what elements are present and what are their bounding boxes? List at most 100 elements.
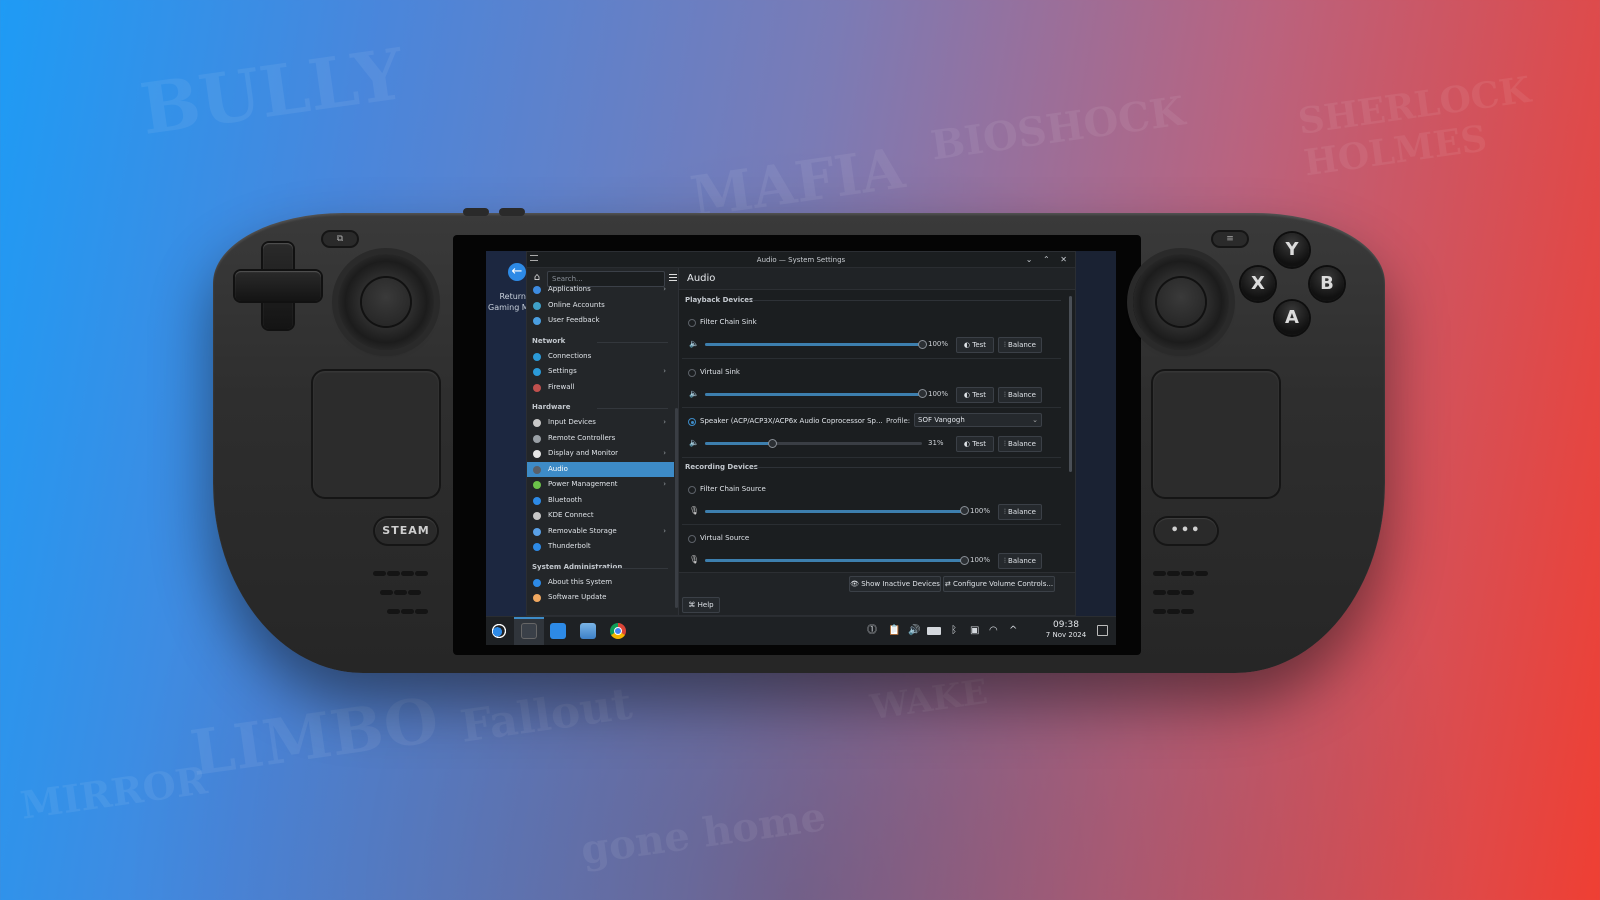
right-trackpad[interactable] [1153,371,1279,497]
sidebar-item-firewall[interactable]: Firewall [527,380,674,396]
battery-icon[interactable] [927,627,941,635]
help-button[interactable]: ⌘ Help [682,597,720,613]
volume-icon[interactable]: 🔊 [908,625,920,637]
test-button[interactable]: ◐ Test [956,436,994,452]
test-button[interactable]: ◐ Test [956,386,994,403]
steam-button[interactable]: STEAM [375,518,437,544]
sidebar-item-software-update[interactable]: Software Update [527,590,674,606]
default-device-radio[interactable] [688,319,696,327]
close-button[interactable]: ✕ [1060,255,1071,264]
discover-icon[interactable] [550,623,566,639]
clock[interactable]: 09:38 7 Nov 2024 [1041,620,1091,640]
volume-slider-handle[interactable] [960,506,969,515]
maximize-button[interactable]: ⌃ [1043,255,1054,264]
chevron-right-icon: › [663,418,666,426]
chevron-right-icon: › [663,285,666,293]
default-device-radio[interactable] [688,485,696,494]
volume-slider[interactable] [705,555,969,565]
right-thumbstick[interactable] [1133,254,1229,350]
chevron-right-icon: › [663,526,666,535]
sidebar-item-connections[interactable]: Connections [527,349,674,365]
sidebar-item-thunderbolt[interactable]: Thunderbolt [527,539,674,555]
microphone-icon[interactable]: 🎙 [689,555,699,564]
speaker-volume-icon[interactable]: 🔈 [689,339,699,348]
volume-percent: 100% [970,556,991,564]
hamburger-menu-icon[interactable] [669,274,677,281]
return-to-gaming-mode-icon[interactable]: ← [508,263,526,281]
sidebar-item-settings[interactable]: Settings › [527,364,674,380]
show-desktop-button[interactable] [1097,625,1108,636]
chevron-right-icon: › [663,449,666,457]
sidebar-item-display-and-monitor[interactable]: Display and Monitor › [527,446,674,462]
volume-slider[interactable] [705,339,927,349]
sidebar-item-label: Thunderbolt [548,542,591,550]
balance-button[interactable]: ⫶ Balance [998,337,1042,353]
speaker-test-icon: ◐ [963,341,973,349]
sidebar-item-kde-connect[interactable]: KDE Connect [527,508,674,524]
balance-button[interactable]: ⫶ Balance [998,503,1042,520]
wifi-icon[interactable]: ◠ [989,625,998,637]
quick-access-button[interactable]: ••• [1155,518,1217,544]
sidebar-item-applications[interactable]: Applications › [527,282,674,298]
sidebar-category: System Administration [527,555,674,575]
return-to-gaming-mode-label[interactable]: Return Gaming Mode [488,291,526,313]
monitor-icon [533,450,541,458]
volume-slider-handle[interactable] [960,555,969,565]
sidebar-item-remote-controllers[interactable]: Remote Controllers [527,431,674,447]
bluetooth-icon[interactable]: ᛒ [951,625,957,637]
profile-select[interactable]: SOF Vangogh ⌄ [914,413,1042,427]
sidebar-item-input-devices[interactable]: Input Devices › [527,415,674,431]
playback-device-row: Speaker (ACP/ACP3X/ACP6x Audio Coprocess… [682,408,1061,458]
sidebar-item-bluetooth[interactable]: Bluetooth [527,493,674,509]
test-button[interactable]: ◐ Test [956,337,994,353]
chrome-icon[interactable] [610,623,626,639]
dpad[interactable] [235,243,321,329]
speaker-volume-icon[interactable]: 🔈 [689,438,699,447]
system-settings-icon[interactable] [521,623,537,639]
configure-volume-controls-button[interactable]: ⇄ Configure Volume Controls... [943,576,1055,592]
sidebar-item-user-feedback[interactable]: User Feedback [527,313,674,329]
balance-button[interactable]: ⫶ Balance [998,386,1042,403]
volume-slider-handle[interactable] [918,389,927,398]
volume-slider[interactable] [705,506,969,515]
left-thumbstick[interactable] [338,254,434,350]
microphone-icon[interactable]: 🎙 [689,506,699,515]
volume-slider-handle[interactable] [918,339,927,349]
a-button[interactable]: A [1275,301,1309,335]
default-device-radio[interactable] [688,418,696,426]
sidebar-scrollbar[interactable] [675,408,678,608]
steam-icon[interactable] [491,623,507,639]
usb-drive-icon[interactable]: ▣ [970,625,979,637]
b-button[interactable]: B [1310,267,1344,301]
balance-button[interactable]: ⫶ Balance [998,436,1042,452]
clipboard-icon[interactable]: 📋 [888,625,900,637]
volume-slider-handle[interactable] [768,438,778,448]
speaker-volume-icon[interactable]: 🔈 [689,389,699,398]
menu-button[interactable]: ≡ [1213,232,1247,246]
sidebar-item-label: Power Management [548,480,618,488]
sidebar-item-audio[interactable]: Audio [527,461,674,477]
sidebar-item-about-this-system[interactable]: About this System [527,575,674,591]
volume-slider[interactable] [705,389,927,398]
balance-button[interactable]: ⫶ Balance [998,553,1042,569]
tray-expand-icon[interactable]: ^ [1009,625,1017,637]
default-device-radio[interactable] [688,368,696,377]
sidebar-item-power-management[interactable]: Power Management › [527,477,674,493]
volume-slider-fill [705,343,922,346]
y-button[interactable]: Y [1275,233,1309,267]
sidebar-item-removable-storage[interactable]: Removable Storage › [527,524,674,540]
update-notification-icon[interactable]: ⓵ [867,625,877,637]
view-button[interactable]: ⧉ [323,232,357,246]
default-device-radio[interactable] [688,535,696,543]
sidebar-item-online-accounts[interactable]: Online Accounts [527,298,674,314]
volume-slider-fill [705,509,964,513]
volume-slider[interactable] [705,438,922,448]
show-inactive-devices-button[interactable]: 👁 Show Inactive Devices [849,576,941,592]
minimize-button[interactable]: ⌄ [1026,255,1037,264]
content-scrollbar[interactable] [1069,296,1072,472]
x-button[interactable]: X [1241,267,1275,301]
dolphin-icon[interactable] [580,623,596,639]
volume-slider-fill [705,392,922,396]
left-trackpad[interactable] [313,371,439,497]
speaker-test-icon: ◐ [963,390,973,399]
